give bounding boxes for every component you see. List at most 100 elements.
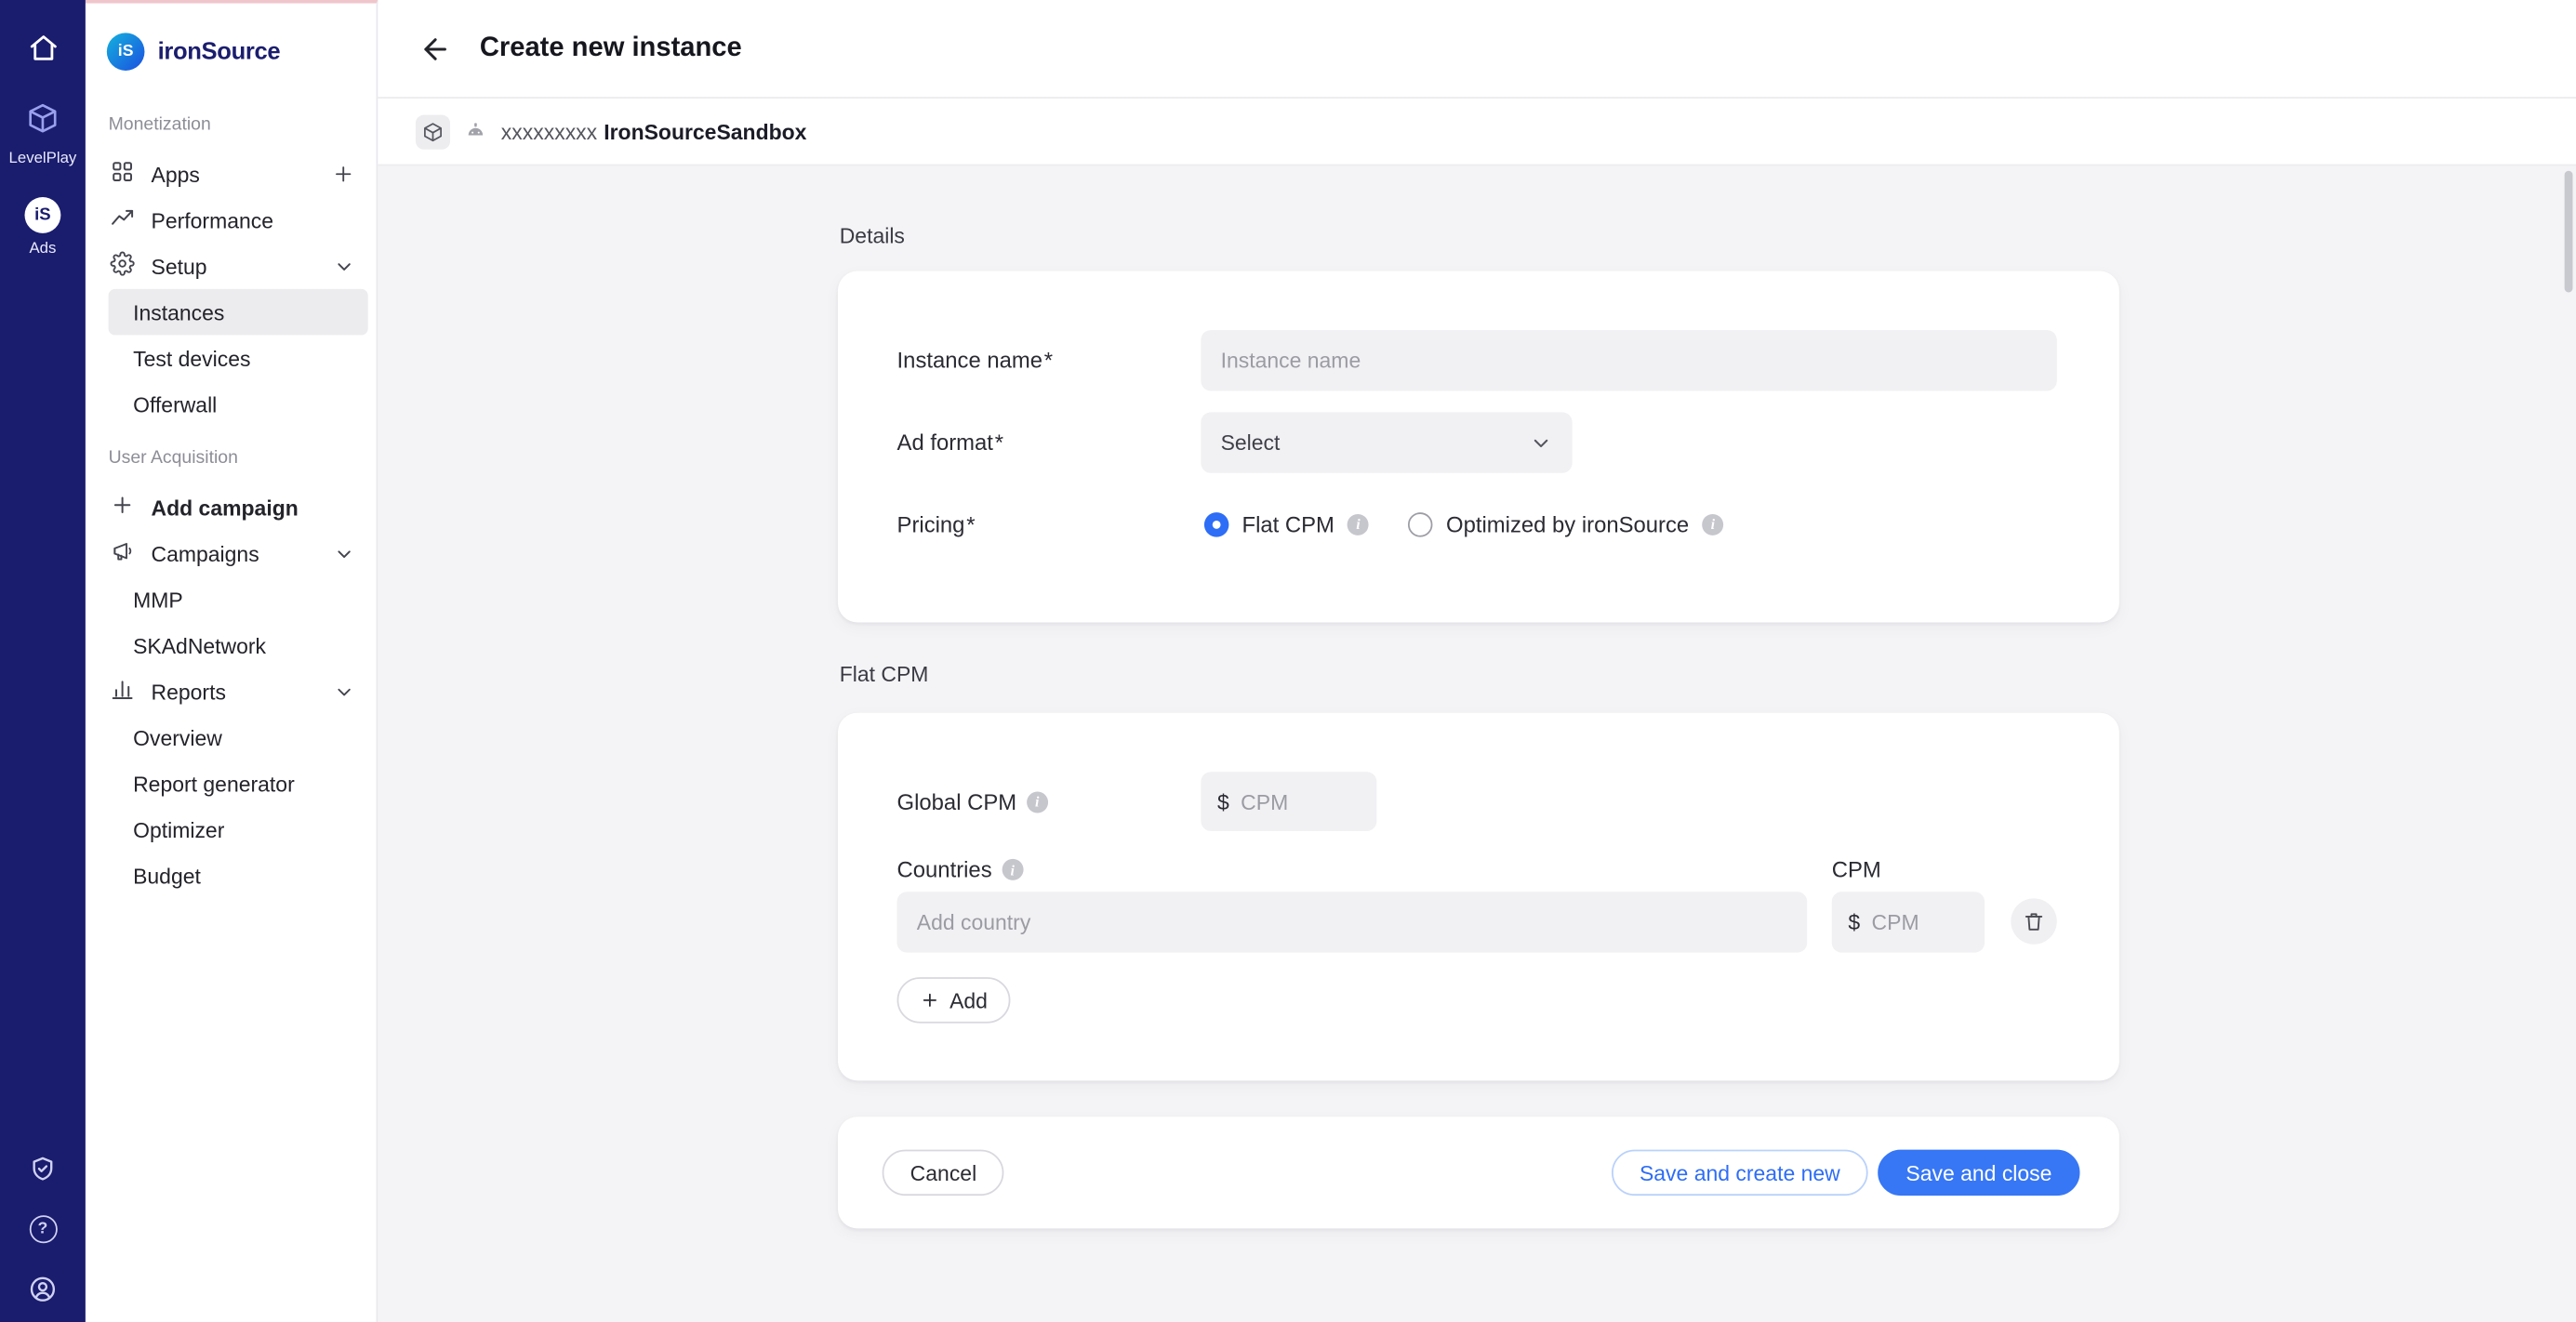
sidebar-item-label: Report generator: [133, 771, 295, 795]
app-id: xxxxxxxxx: [501, 119, 597, 143]
sidebar-item-offerwall[interactable]: Offerwall: [86, 381, 377, 427]
plus-icon: [110, 493, 134, 522]
footer-actions-card: Cancel Save and create new Save and clos…: [838, 1117, 2119, 1228]
add-country-row-button[interactable]: Add: [897, 977, 1011, 1023]
app-rail: LevelPlay iS Ads: [0, 0, 86, 1322]
sidebar-item-mmp[interactable]: MMP: [86, 576, 377, 622]
ad-format-select[interactable]: Select: [1201, 412, 1572, 472]
info-icon[interactable]: [1702, 513, 1723, 535]
back-button[interactable]: [416, 29, 455, 68]
flat-cpm-radio[interactable]: [1204, 511, 1228, 535]
flat-cpm-section-title: Flat CPM: [840, 662, 929, 686]
cpm-column-label: CPM: [1832, 857, 1881, 881]
sidebar-item-label: Campaigns: [152, 541, 259, 565]
sidebar-item-label: SKAdNetwork: [133, 633, 266, 657]
currency-symbol: $: [1217, 789, 1229, 813]
sidebar-item-label: Instances: [133, 299, 224, 324]
levelplay-icon: [26, 102, 59, 143]
sidebar-item-label: Performance: [152, 207, 273, 231]
info-icon[interactable]: [1002, 859, 1023, 880]
save-and-close-button[interactable]: Save and close: [1878, 1150, 2079, 1196]
brand-name: ironSource: [158, 39, 281, 65]
rail-item-levelplay[interactable]: LevelPlay: [0, 102, 86, 168]
sidebar-item-campaigns[interactable]: Campaigns: [86, 531, 377, 576]
sidebar-item-label: Apps: [152, 162, 200, 186]
sidebar-item-apps[interactable]: Apps: [86, 152, 377, 197]
rail-item-help[interactable]: [0, 1215, 86, 1243]
rail-item-ads[interactable]: iS Ads: [0, 197, 86, 258]
country-cpm-field: $: [1832, 892, 1985, 952]
chevron-down-icon: [1530, 431, 1553, 455]
sidebar-item-add-campaign[interactable]: Add campaign: [86, 484, 377, 530]
rail-item-home[interactable]: [0, 33, 86, 72]
sidebar-item-label: Offerwall: [133, 391, 217, 416]
delete-country-row-button[interactable]: [2011, 898, 2056, 944]
sidebar-item-label: Setup: [152, 254, 207, 278]
rail-item-account[interactable]: [0, 1275, 86, 1313]
app-context-bar[interactable]: xxxxxxxxx IronSourceSandbox: [378, 99, 2576, 165]
info-icon[interactable]: [1027, 791, 1048, 813]
required-asterisk: *: [1044, 349, 1053, 373]
optimized-radio-label: Optimized by ironSource: [1446, 511, 1689, 535]
sidebar-item-label: Reports: [152, 679, 226, 703]
sidebar-item-performance[interactable]: Performance: [86, 197, 377, 243]
global-cpm-input[interactable]: [1241, 789, 1361, 813]
pricing-row: Pricing* Flat CPM Optimized by ironSourc…: [897, 510, 2057, 536]
page-title: Create new instance: [480, 33, 742, 64]
content-area: Details Instance name* Ad format* Select…: [378, 165, 2576, 1322]
add-button-label: Add: [949, 988, 988, 1012]
sidebar-item-label: Add campaign: [152, 496, 299, 520]
home-icon: [27, 33, 59, 72]
scrollbar[interactable]: [2565, 171, 2573, 293]
sidebar-item-overview[interactable]: Overview: [86, 714, 377, 760]
instance-name-label: Instance name*: [897, 349, 1202, 373]
trend-chart-icon: [110, 205, 134, 235]
details-card: Instance name* Ad format* Select Pricing…: [838, 271, 2119, 622]
rail-item-privacy[interactable]: [0, 1155, 86, 1193]
sidebar-item-reports[interactable]: Reports: [86, 668, 377, 714]
ad-format-label: Ad format*: [897, 430, 1202, 455]
required-asterisk: *: [966, 511, 975, 535]
instance-name-input[interactable]: [1201, 330, 2056, 390]
section-label-monetization: Monetization: [109, 115, 377, 135]
sidebar-item-optimizer[interactable]: Optimizer: [86, 806, 377, 852]
sidebar-item-skadnetwork[interactable]: SKAdNetwork: [86, 623, 377, 668]
help-icon: [29, 1215, 57, 1243]
sidebar-item-setup[interactable]: Setup: [86, 243, 377, 288]
section-label-user-acquisition: User Acquisition: [109, 448, 377, 468]
info-icon[interactable]: [1348, 513, 1369, 535]
sidebar: iS ironSource Monetization Apps Performa…: [86, 0, 378, 1322]
flat-cpm-card: Global CPM $ Countries CPM $ Add: [838, 713, 2119, 1081]
add-app-icon[interactable]: [332, 163, 355, 186]
optimized-radio[interactable]: [1408, 511, 1432, 535]
android-icon: [463, 119, 487, 143]
details-section-title: Details: [840, 223, 905, 247]
save-and-create-new-button[interactable]: Save and create new: [1612, 1150, 1868, 1196]
ironsource-logo-icon: iS: [107, 33, 145, 71]
brand: iS ironSource: [86, 4, 377, 73]
sidebar-item-report-generator[interactable]: Report generator: [86, 760, 377, 806]
global-cpm-field: $: [1201, 772, 1376, 831]
flat-cpm-radio-label: Flat CPM: [1242, 511, 1334, 535]
ad-format-row: Ad format* Select: [897, 412, 2057, 472]
sidebar-item-label: Overview: [133, 725, 222, 749]
ads-label: Ads: [29, 240, 56, 258]
sidebar-item-budget[interactable]: Budget: [86, 853, 377, 898]
page-header: Create new instance: [378, 0, 2576, 99]
country-cpm-input[interactable]: [1872, 910, 1969, 934]
ad-format-selected-value: Select: [1221, 430, 1281, 455]
sidebar-item-test-devices[interactable]: Test devices: [86, 335, 377, 380]
chevron-down-icon: [334, 681, 355, 702]
sidebar-item-label: Budget: [133, 863, 201, 887]
chevron-down-icon: [334, 256, 355, 277]
user-icon: [28, 1275, 58, 1313]
currency-symbol: $: [1848, 910, 1860, 934]
required-asterisk: *: [995, 430, 1003, 455]
sidebar-item-label: MMP: [133, 588, 183, 612]
instance-name-row: Instance name*: [897, 330, 2057, 390]
sidebar-item-label: Optimizer: [133, 817, 224, 841]
cancel-button[interactable]: Cancel: [883, 1150, 1005, 1196]
global-cpm-label: Global CPM: [897, 789, 1202, 813]
add-country-input[interactable]: [897, 892, 1808, 952]
sidebar-item-instances[interactable]: Instances: [109, 289, 368, 335]
